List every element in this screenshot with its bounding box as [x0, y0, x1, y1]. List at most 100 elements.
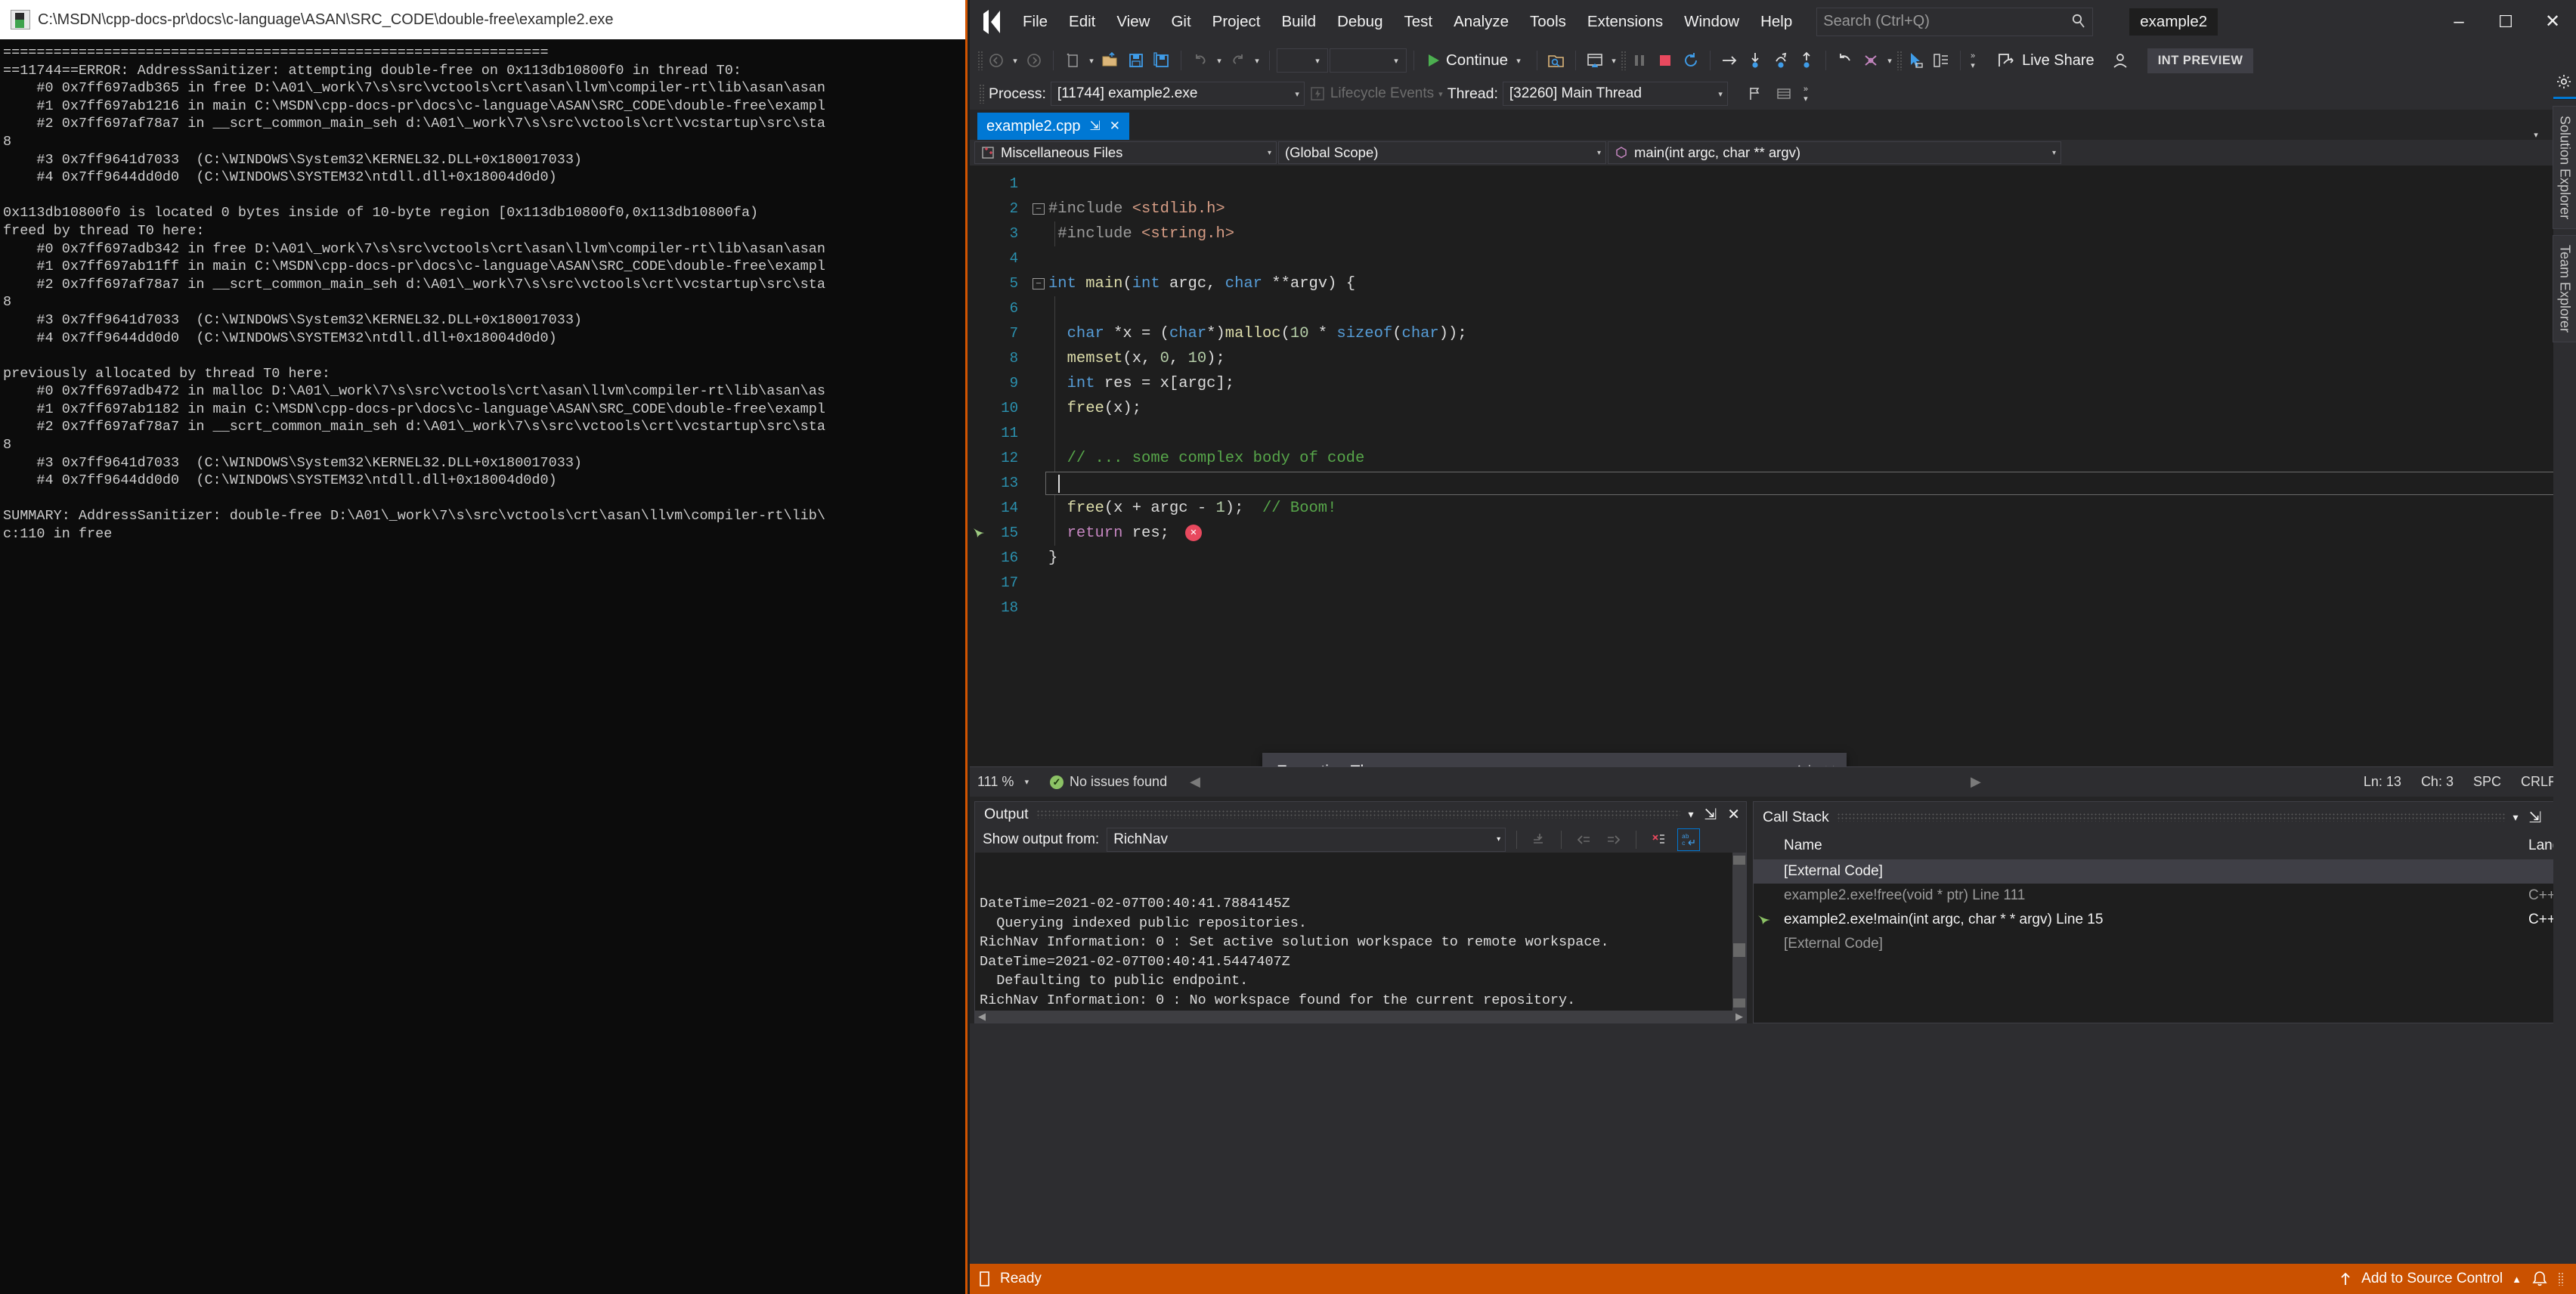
live-share-button[interactable]: Live Share [1996, 51, 2095, 70]
menu-item-debug[interactable]: Debug [1327, 8, 1393, 36]
exception-thrown-dialog[interactable]: Exception Thrown ⇲ ✕ Address Sanitizer E… [1262, 753, 1847, 766]
zoom-level-combo[interactable]: 111 % ▾ [977, 774, 1042, 790]
continue-dropdown-icon[interactable]: ▾ [1513, 56, 1524, 66]
tab-example2-cpp[interactable]: example2.cpp ⇲ ✕ [977, 113, 1130, 140]
menu-item-file[interactable]: File [1012, 8, 1058, 36]
settings-gear-icon[interactable] [2556, 74, 2571, 89]
issues-indicator[interactable]: ✓ No issues found [1050, 774, 1167, 790]
code-line[interactable]: 17 [970, 571, 2576, 596]
panel-drag-grip[interactable] [1836, 813, 2506, 822]
output-panel[interactable]: Output ▾ ⇲ ✕ Show output from: RichNav ▾ [974, 801, 1747, 1023]
code-line[interactable]: 10 free(x); [970, 396, 2576, 421]
output-vertical-scrollbar[interactable] [1732, 853, 1746, 1011]
live-visual-tree-icon[interactable] [1929, 48, 1953, 73]
close-icon[interactable]: ✕ [1727, 805, 1740, 824]
hot-reload-icon[interactable] [1859, 48, 1883, 73]
code-line[interactable]: 4 [970, 246, 2576, 271]
pin-icon[interactable]: ⇲ [2528, 808, 2541, 827]
toggle-word-wrap-icon[interactable]: ab c [1677, 828, 1701, 851]
menu-item-project[interactable]: Project [1202, 8, 1271, 36]
pin-icon[interactable]: ⇲ [1090, 119, 1101, 134]
new-file-icon[interactable] [1060, 48, 1085, 73]
undo-icon[interactable] [1188, 48, 1212, 73]
menu-item-test[interactable]: Test [1393, 8, 1443, 36]
navigate-backward-dropdown-icon[interactable]: ▾ [1010, 56, 1020, 66]
lifecycle-events-combo[interactable]: Lifecycle Events ▾ [1309, 85, 1443, 102]
source-control-dropdown-icon[interactable]: ▲ [2512, 1274, 2522, 1285]
debug-toolbar-overflow-icon[interactable]: » ▾ [1800, 85, 1811, 104]
menu-item-window[interactable]: Window [1673, 8, 1750, 36]
find-message-icon[interactable] [1528, 828, 1550, 851]
menu-item-tools[interactable]: Tools [1519, 8, 1577, 36]
toolbar-overflow-icon[interactable]: » ▾ [1968, 51, 1978, 70]
close-icon[interactable]: ✕ [1823, 762, 1837, 766]
pin-icon[interactable]: ⇲ [1797, 762, 1810, 766]
quick-launch-search[interactable] [1816, 7, 2094, 36]
show-threads-icon[interactable] [1772, 82, 1796, 106]
debug-toolbar-grip[interactable] [1621, 51, 1627, 70]
code-line[interactable]: 2− #include <stdlib.h> [970, 197, 2576, 221]
output-horizontal-scrollbar[interactable]: ◀ ▶ [975, 1011, 1746, 1023]
column-header-name[interactable]: Name [1779, 837, 2528, 854]
search-input[interactable] [1823, 13, 2066, 30]
panel-menu-icon[interactable]: ▾ [2513, 811, 2518, 824]
menu-item-analyze[interactable]: Analyze [1443, 8, 1519, 36]
menu-item-view[interactable]: View [1106, 8, 1160, 36]
go-to-next-icon[interactable] [1602, 828, 1625, 851]
code-line[interactable]: 9 int res = x[argc]; [970, 371, 2576, 396]
windows-layout-icon[interactable] [1583, 48, 1607, 73]
output-source-combo[interactable]: RichNav ▾ [1107, 827, 1506, 852]
step-over-icon[interactable] [1769, 48, 1793, 73]
menu-item-help[interactable]: Help [1750, 8, 1803, 36]
break-all-icon[interactable] [1627, 48, 1652, 73]
project-combo[interactable]: Miscellaneous Files ▾ [974, 141, 1277, 164]
call-stack-table[interactable]: Name Lang [External Code] example2.exe!fr… [1754, 832, 2571, 1023]
thread-combo[interactable]: [32260] Main Thread ▾ [1502, 82, 1728, 106]
panel-menu-icon[interactable]: ▾ [1688, 808, 1693, 821]
debug-location-grip[interactable] [979, 84, 984, 104]
add-to-source-control-icon[interactable] [2339, 1271, 2352, 1286]
sidebar-tab-solution-explorer[interactable]: Solution Explorer [2552, 106, 2576, 230]
attach-to-process-icon[interactable] [1544, 48, 1568, 73]
code-editor[interactable]: 1 2− #include <stdlib.h> 3 #include <string… [970, 166, 2576, 766]
fold-collapse-icon[interactable]: − [1029, 271, 1048, 296]
pin-icon[interactable]: ⇲ [1704, 805, 1717, 824]
call-stack-row[interactable]: [External Code] [1754, 932, 2571, 956]
toolbar-grip[interactable] [977, 51, 983, 70]
code-line[interactable]: 7 char *x = (char*)malloc(10 * sizeof(ch… [970, 321, 2576, 346]
console-window[interactable]: C:\MSDN\cpp-docs-pr\docs\c-language\ASAN… [0, 0, 968, 1294]
code-line[interactable]: 11 [970, 421, 2576, 446]
set-next-statement-icon[interactable] [1833, 48, 1857, 73]
navigate-forward-icon[interactable] [1022, 48, 1046, 73]
navigate-backward-icon[interactable] [984, 48, 1008, 73]
flag-thread-icon[interactable] [1743, 82, 1767, 106]
call-stack-panel[interactable]: Call Stack ▾ ⇲ ✕ Name Lang [External Cod… [1753, 801, 2571, 1023]
restart-icon[interactable] [1679, 48, 1703, 73]
process-combo[interactable]: [11744] example2.exe ▾ [1050, 82, 1305, 106]
next-issue-icon[interactable]: ▶ [1971, 774, 1981, 790]
solution-configuration-combo[interactable]: ▾ [1277, 48, 1328, 73]
member-combo[interactable]: main(int argc, char ** argv) ▾ [1608, 141, 2061, 164]
call-stack-row[interactable]: example2.exe!main(int argc, char * * arg… [1754, 908, 2571, 932]
output-text-content[interactable]: DateTime=2021-02-07T00:40:41.7884145Z Qu… [975, 853, 1746, 1011]
account-icon[interactable] [2108, 48, 2132, 73]
code-line[interactable]: 12 // ... some complex body of code [970, 446, 2576, 471]
fold-collapse-icon[interactable]: − [1029, 197, 1048, 221]
show-next-statement-icon[interactable] [1717, 48, 1742, 73]
code-line[interactable]: 5− int main(int argc, char **argv) { [970, 271, 2576, 296]
maximize-button[interactable]: ☐ [2482, 5, 2529, 39]
step-into-icon[interactable] [1743, 48, 1767, 73]
prev-issue-icon[interactable]: ◀ [1190, 774, 1200, 790]
go-to-previous-icon[interactable] [1572, 828, 1595, 851]
toolbar-grip-2[interactable] [1896, 51, 1903, 70]
close-icon[interactable]: ✕ [1110, 119, 1120, 134]
step-out-icon[interactable] [1794, 48, 1819, 73]
solution-platform-combo[interactable]: ▾ [1330, 48, 1407, 73]
code-line[interactable]: 16} [970, 546, 2576, 571]
line-endings-indicator[interactable]: CRLF [2521, 774, 2556, 790]
spaces-indicator[interactable]: SPC [2473, 774, 2501, 790]
panel-drag-grip[interactable] [1036, 810, 1681, 819]
continue-button[interactable]: Continue ▾ [1421, 48, 1530, 73]
code-line[interactable]: 3 #include <string.h> [970, 221, 2576, 246]
call-stack-row[interactable]: example2.exe!free(void * ptr) Line 111 C+… [1754, 884, 2571, 908]
